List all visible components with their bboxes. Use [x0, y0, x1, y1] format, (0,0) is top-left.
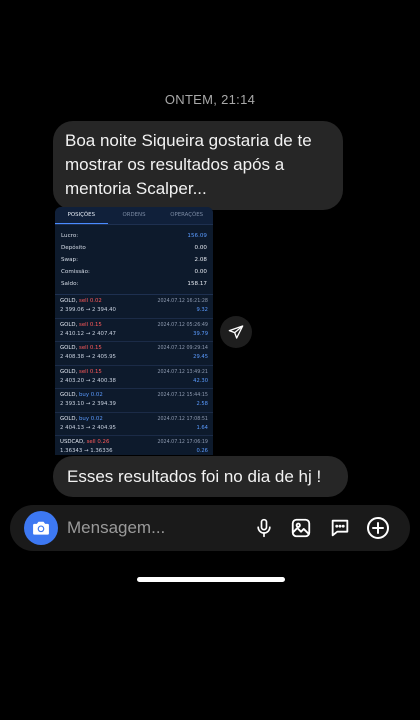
microphone-icon [257, 518, 271, 538]
position-time: 2024.07.12 15:44:15 [157, 393, 208, 398]
microphone-button[interactable] [252, 516, 276, 540]
position-side: sell 0.15 [79, 345, 102, 351]
position-side: sell 0.02 [79, 298, 102, 304]
position-side: sell 0.15 [79, 368, 102, 375]
gallery-icon [291, 518, 311, 538]
position-time: 2024.07.12 13:49:21 [157, 369, 208, 375]
position-prices: 2 399.06 → 2 394.40 [60, 307, 116, 313]
position-profit: 0.26 [196, 448, 208, 454]
position-row: GOLD, sell 0.02 2 399.06 → 2 394.40 2024.0… [55, 295, 213, 319]
account-summary: Lucro: 156.09 Depósito 0.00 Swap: 2.08 Comi… [55, 225, 213, 295]
position-row: USDCAD, sell 0.26 1.36343 → 1.36336 2024.0… [55, 436, 213, 455]
message-bubble[interactable]: Esses resultados foi no dia de hj ! [53, 456, 348, 497]
position-row: GOLD, sell 0.15 2 410.12 → 2 407.47 2024.0… [55, 319, 213, 342]
summary-row: Swap: 2.08 [61, 254, 207, 266]
position-symbol: GOLD, [60, 415, 78, 422]
position-prices: 2 403.20 → 2 400.38 [60, 377, 116, 384]
summary-value: 0.00 [194, 245, 207, 251]
summary-label: Lucro: [61, 233, 79, 239]
position-time: 2024.07.12 09:29:14 [157, 346, 208, 351]
position-prices: 2 410.12 → 2 407.47 [60, 330, 116, 337]
position-row: GOLD, buy 0.02 2 404.13 → 2 404.95 2024.07… [55, 413, 213, 436]
position-prices: 2 408.38 → 2 405.95 [60, 354, 116, 360]
position-time: 2024.07.12 17:06:19 [157, 440, 208, 445]
position-prices: 2 404.13 → 2 404.95 [60, 424, 116, 431]
summary-value: 158.17 [187, 281, 207, 287]
sticker-button[interactable] [328, 516, 352, 540]
position-time: 2024.07.12 05:26:49 [157, 322, 208, 328]
message-text: Esses resultados foi no dia de hj ! [67, 467, 322, 486]
send-icon [228, 325, 244, 339]
position-side: buy 0.02 [79, 415, 103, 422]
summary-label: Depósito [61, 245, 86, 251]
screenshot-tabs: POSIÇÕES ORDENS OPERAÇÕES [55, 207, 213, 225]
gallery-button[interactable] [289, 516, 313, 540]
summary-label: Comissão: [61, 269, 90, 275]
position-symbol: GOLD, [60, 392, 78, 398]
position-row: GOLD, sell 0.15 2 408.38 → 2 405.95 2024.0… [55, 342, 213, 366]
summary-row: Lucro: 156.09 [61, 230, 207, 242]
camera-button[interactable] [24, 511, 58, 545]
position-profit: 29.45 [193, 354, 208, 360]
position-profit: 2.58 [196, 401, 208, 407]
message-composer [10, 505, 410, 551]
add-button[interactable] [366, 516, 390, 540]
summary-label: Swap: [61, 257, 78, 263]
screenshot-tab-orders: ORDENS [122, 212, 146, 218]
position-time: 2024.07.12 17:08:51 [157, 416, 208, 422]
summary-row: Comissão: 0.00 [61, 266, 207, 278]
position-symbol: GOLD, [60, 298, 78, 304]
position-row: GOLD, buy 0.02 2 393.10 → 2 394.39 2024.07… [55, 389, 213, 413]
positions-list: GOLD, sell 0.02 2 399.06 → 2 394.40 2024.0… [55, 295, 213, 455]
position-prices: 2 393.10 → 2 394.39 [60, 401, 116, 407]
position-side: sell 0.15 [79, 321, 102, 328]
position-profit: 39.79 [193, 330, 208, 337]
summary-row: Depósito 0.00 [61, 242, 207, 254]
position-side: buy 0.02 [79, 392, 103, 398]
home-indicator[interactable] [137, 577, 285, 582]
trading-screenshot-image[interactable]: POSIÇÕES ORDENS OPERAÇÕES Lucro: 156.09 D… [55, 207, 213, 455]
summary-value: 0.00 [194, 269, 207, 275]
position-row: GOLD, sell 0.15 2 403.20 → 2 400.38 2024.0… [55, 366, 213, 389]
position-side: sell 0.26 [86, 439, 110, 445]
position-prices: 1.36343 → 1.36336 [60, 448, 113, 454]
summary-row: Saldo: 158.17 [61, 278, 207, 290]
position-profit: 1.64 [196, 424, 208, 431]
screenshot-tab-operations: OPERAÇÕES [170, 212, 204, 218]
add-icon [367, 517, 389, 539]
position-symbol: USDCAD, [60, 439, 85, 445]
position-symbol: GOLD, [60, 345, 78, 351]
message-bubble[interactable]: Boa noite Siqueira gostaria de te mostra… [53, 121, 343, 210]
message-text: Boa noite Siqueira gostaria de te mostra… [65, 131, 312, 198]
summary-value: 2.08 [194, 257, 207, 263]
camera-icon [33, 521, 49, 535]
summary-label: Saldo: [61, 281, 79, 287]
screenshot-tab-positions: POSIÇÕES [55, 207, 108, 224]
position-profit: 9.32 [196, 307, 208, 313]
summary-value: 156.09 [187, 233, 207, 239]
chat-timestamp: ONTEM, 21:14 [164, 92, 256, 107]
position-time: 2024.07.12 16:21:28 [157, 299, 208, 304]
message-input[interactable] [67, 518, 247, 538]
position-symbol: GOLD, [60, 368, 78, 375]
position-profit: 42.30 [193, 377, 208, 384]
position-symbol: GOLD, [60, 321, 78, 328]
sticker-icon [331, 519, 349, 537]
share-button[interactable] [220, 316, 252, 348]
